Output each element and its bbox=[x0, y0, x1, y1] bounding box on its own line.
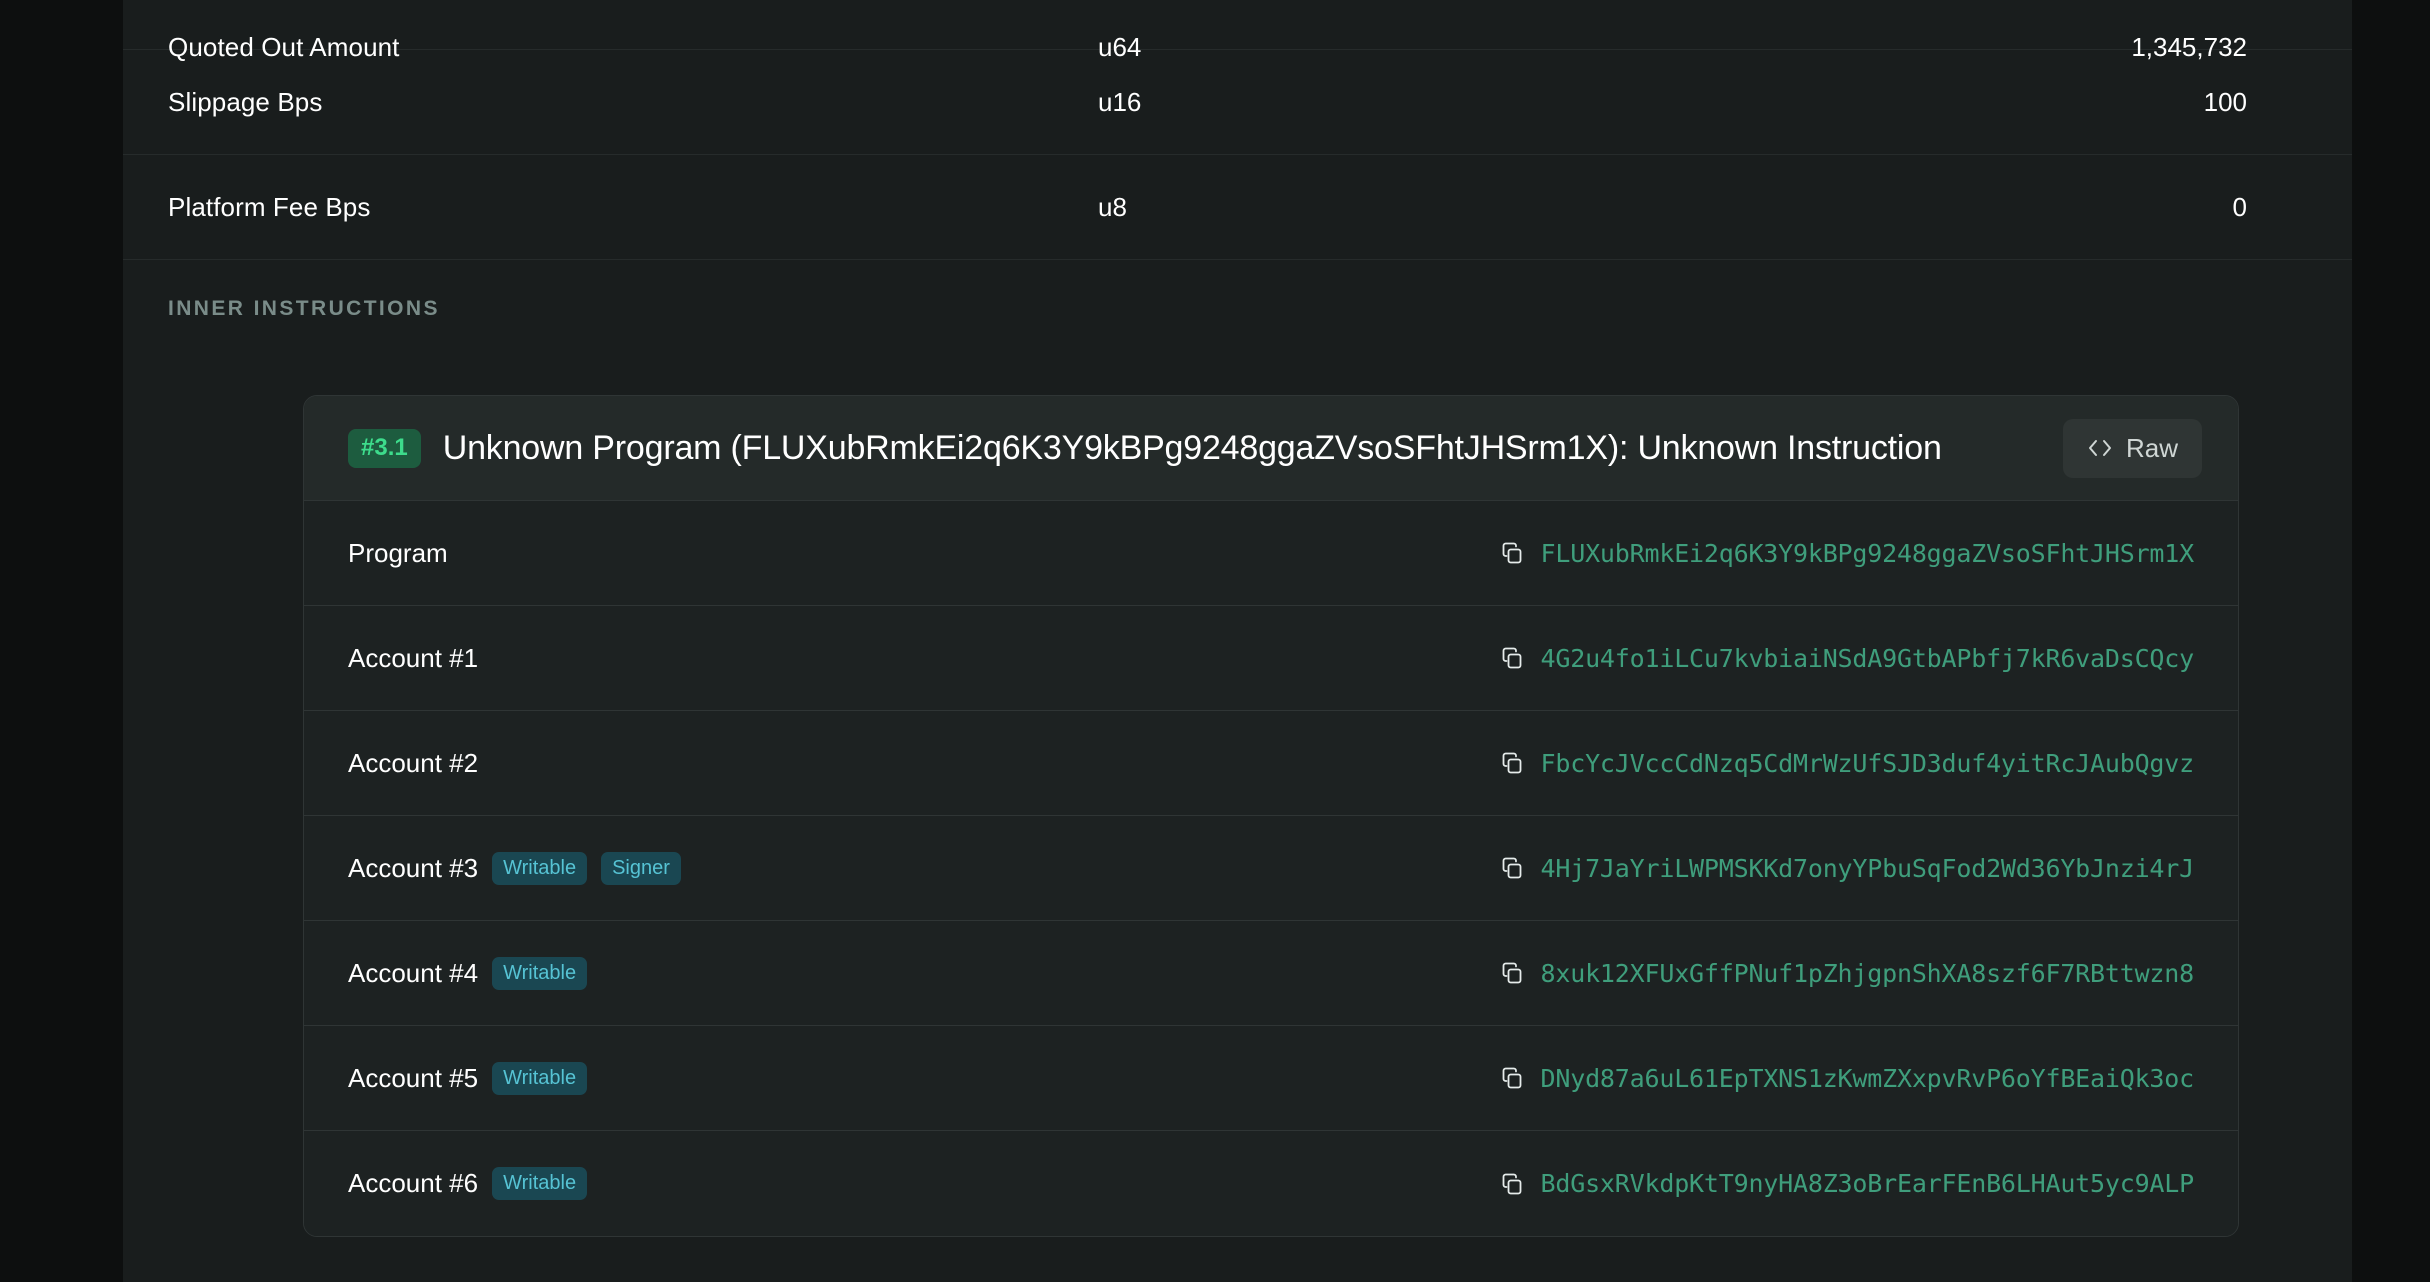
arg-value: 0 bbox=[2232, 191, 2247, 222]
account-value-group: 8xuk12XFUxGffPNuf1pZhjgpnShXA8szf6F7RBtt… bbox=[587, 959, 2194, 988]
copy-icon[interactable] bbox=[1500, 1172, 1524, 1196]
account-address[interactable]: 8xuk12XFUxGffPNuf1pZhjgpnShXA8szf6F7RBtt… bbox=[1541, 959, 2195, 988]
account-label-group: Account #3 Writable Signer bbox=[348, 851, 681, 885]
account-tag-writable: Writable bbox=[492, 1061, 588, 1095]
arg-type: u64 bbox=[1098, 32, 1142, 62]
account-row: Account #2 FbcYcJVccCdNzq5CdMrWzUfSJD3du… bbox=[304, 711, 2238, 816]
account-label-group: Account #2 bbox=[348, 748, 478, 779]
copy-icon[interactable] bbox=[1500, 961, 1524, 985]
account-value-group: 4Hj7JaYriLWPMSKKd7onyYPbuSqFod2Wd36YbJnz… bbox=[681, 854, 2194, 883]
account-value-group: BdGsxRVkdpKtT9nyHA8Z3oBrEarFEnB6LHAut5yc… bbox=[587, 1169, 2194, 1198]
account-label: Account #1 bbox=[348, 642, 479, 673]
account-address[interactable]: 4Hj7JaYriLWPMSKKd7onyYPbuSqFod2Wd36YbJnz… bbox=[1541, 854, 2195, 883]
arg-type: u8 bbox=[1098, 191, 1127, 222]
account-address[interactable]: 4G2u4fo1iLCu7kvbiaiNSdA9GtbAPbfj7kR6vaDs… bbox=[1541, 644, 2195, 673]
account-value-group: DNyd87a6uL61EpTXNS1zKwmZXxpvRvP6oYfBEaiQ… bbox=[587, 1064, 2194, 1093]
table-row: Platform Fee Bps u8 0 bbox=[123, 155, 2352, 260]
account-label-group: Account #5 Writable bbox=[348, 1061, 588, 1095]
copy-icon[interactable] bbox=[1500, 646, 1524, 670]
account-label-group: Account #1 bbox=[348, 643, 478, 674]
account-tag-signer: Signer bbox=[601, 851, 681, 885]
account-row: Account #4 Writable 8xuk12XFUxGffPNuf1pZ… bbox=[304, 921, 2238, 1026]
account-label: Account #5 bbox=[348, 1062, 479, 1093]
arg-value: 100 bbox=[2203, 86, 2247, 117]
account-label: Account #2 bbox=[348, 747, 479, 778]
account-label: Account #6 bbox=[348, 1168, 479, 1198]
instruction-card-header[interactable]: #3.1 Unknown Program (FLUXubRmkEi2q6K3Y9… bbox=[304, 396, 2238, 501]
account-row: Account #5 Writable DNyd87a6uL61EpTXNS1z… bbox=[304, 1026, 2238, 1131]
account-tag-writable: Writable bbox=[492, 956, 588, 990]
instruction-card: #3.1 Unknown Program (FLUXubRmkEi2q6K3Y9… bbox=[303, 395, 2239, 1237]
account-label: Account #3 bbox=[348, 852, 479, 883]
section-title: INNER INSTRUCTIONS bbox=[168, 296, 440, 320]
copy-icon[interactable] bbox=[1500, 751, 1524, 775]
account-label-group: Account #4 Writable bbox=[348, 956, 588, 990]
account-label-group: Program bbox=[348, 538, 448, 569]
instruction-title: Unknown Program (FLUXubRmkEi2q6K3Y9kBPg9… bbox=[442, 428, 1942, 467]
table-row: Slippage Bps u16 100 bbox=[123, 50, 2352, 155]
arg-name: Slippage Bps bbox=[168, 86, 323, 117]
account-label: Program bbox=[348, 537, 448, 568]
arg-type: u16 bbox=[1098, 86, 1142, 117]
raw-button[interactable]: Raw bbox=[2062, 418, 2202, 478]
account-row: Program FLUXubRmkEi2q6K3Y9kBPg9248ggaZVs… bbox=[304, 501, 2238, 606]
account-row: Account #1 4G2u4fo1iLCu7kvbiaiNSdA9GtbAP… bbox=[304, 606, 2238, 711]
account-address[interactable]: FLUXubRmkEi2q6K3Y9kBPg9248ggaZVsoSFhtJHS… bbox=[1541, 539, 2195, 568]
arg-name: Platform Fee Bps bbox=[168, 191, 371, 222]
account-value-group: FbcYcJVccCdNzq5CdMrWzUfSJD3duf4yitRcJAub… bbox=[478, 749, 2194, 778]
account-label: Account #4 bbox=[348, 957, 479, 988]
transaction-detail-page: Quoted Out Amount u64 1,345,732 Slippage… bbox=[0, 0, 2430, 1282]
account-tag-writable: Writable bbox=[492, 851, 588, 885]
raw-button-label: Raw bbox=[2125, 432, 2178, 463]
account-label-group: Account #6 Writable bbox=[348, 1167, 588, 1200]
copy-icon[interactable] bbox=[1500, 541, 1524, 565]
table-row: Quoted Out Amount u64 1,345,732 bbox=[123, 0, 2352, 62]
account-tag-writable: Writable bbox=[492, 1167, 588, 1200]
arg-value: 1,345,732 bbox=[2131, 32, 2247, 62]
account-row: Account #6 Writable BdGsxRVkdpKtT9nyHA8Z… bbox=[304, 1131, 2238, 1236]
account-value-group: FLUXubRmkEi2q6K3Y9kBPg9248ggaZVsoSFhtJHS… bbox=[448, 539, 2194, 568]
account-address[interactable]: BdGsxRVkdpKtT9nyHA8Z3oBrEarFEnB6LHAut5yc… bbox=[1541, 1169, 2195, 1198]
arg-name: Quoted Out Amount bbox=[168, 32, 400, 62]
copy-icon[interactable] bbox=[1500, 856, 1524, 880]
content-column: Quoted Out Amount u64 1,345,732 Slippage… bbox=[123, 0, 2352, 1282]
account-value-group: 4G2u4fo1iLCu7kvbiaiNSdA9GtbAPbfj7kR6vaDs… bbox=[478, 644, 2194, 673]
account-address[interactable]: DNyd87a6uL61EpTXNS1zKwmZXxpvRvP6oYfBEaiQ… bbox=[1541, 1064, 2195, 1093]
inner-instructions-section-header: INNER INSTRUCTIONS bbox=[123, 260, 2352, 357]
instruction-index-badge: #3.1 bbox=[348, 428, 421, 468]
account-address[interactable]: FbcYcJVccCdNzq5CdMrWzUfSJD3duf4yitRcJAub… bbox=[1541, 749, 2195, 778]
code-brackets-icon bbox=[2087, 438, 2113, 458]
copy-icon[interactable] bbox=[1500, 1066, 1524, 1090]
parsed-args-table: Quoted Out Amount u64 1,345,732 Slippage… bbox=[123, 0, 2352, 260]
inner-instructions-list: #3.1 Unknown Program (FLUXubRmkEi2q6K3Y9… bbox=[123, 357, 2352, 1237]
account-row: Account #3 Writable Signer 4Hj7JaYriLWPM… bbox=[304, 816, 2238, 921]
